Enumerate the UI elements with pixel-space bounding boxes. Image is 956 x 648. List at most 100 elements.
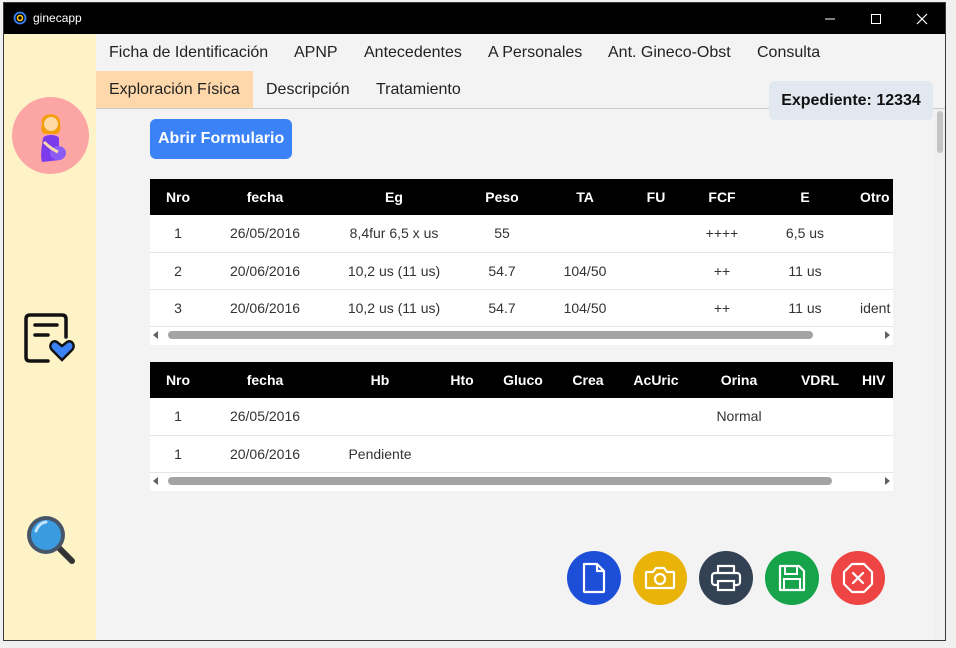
column-header[interactable]: Gluco bbox=[488, 362, 558, 398]
camera-button[interactable] bbox=[633, 551, 687, 605]
table-cell bbox=[618, 435, 694, 473]
scroll-right-arrow-icon[interactable] bbox=[885, 330, 890, 339]
sidebar-item-search[interactable] bbox=[24, 513, 78, 572]
table-cell: 20/06/2016 bbox=[206, 435, 324, 473]
column-header[interactable]: Orina bbox=[694, 362, 784, 398]
sidebar-item-records[interactable] bbox=[24, 311, 76, 370]
column-header[interactable]: VDRL bbox=[784, 362, 856, 398]
column-header[interactable]: Hto bbox=[436, 362, 488, 398]
tab-ant-gineco-obst[interactable]: Ant. Gineco-Obst bbox=[595, 34, 744, 71]
print-button[interactable] bbox=[699, 551, 753, 605]
column-header[interactable]: E bbox=[762, 179, 848, 215]
table-row[interactable]: 1 26/05/2016 Normal bbox=[150, 398, 893, 436]
column-header[interactable]: HIV bbox=[856, 362, 893, 398]
tab-tratamiento[interactable]: Tratamiento bbox=[363, 71, 474, 108]
close-octagon-icon bbox=[842, 562, 874, 594]
table-cell bbox=[436, 435, 488, 473]
table-cell bbox=[488, 398, 558, 436]
column-header[interactable]: Peso bbox=[464, 179, 540, 215]
table-cell: 1 bbox=[150, 435, 206, 473]
tab-descripcion[interactable]: Descripción bbox=[253, 71, 363, 108]
column-header[interactable]: Hb bbox=[324, 362, 436, 398]
column-header[interactable]: FCF bbox=[682, 179, 762, 215]
column-header[interactable]: Nro bbox=[150, 362, 206, 398]
table-cell: 54.7 bbox=[464, 252, 540, 290]
table-cell bbox=[618, 398, 694, 436]
floppy-disk-icon bbox=[778, 564, 806, 592]
table-cell: 11 us bbox=[762, 289, 848, 327]
medical-record-heart-icon bbox=[24, 313, 75, 363]
expediente-badge: Expediente: 12334 bbox=[769, 81, 933, 120]
column-header[interactable]: Nro bbox=[150, 179, 206, 215]
table-cell bbox=[630, 215, 682, 253]
table-row[interactable]: 3 20/06/2016 10,2 us (11 us) 54.7 104/50… bbox=[150, 289, 893, 327]
table-cell: ++ bbox=[682, 252, 762, 290]
printer-icon bbox=[710, 564, 742, 592]
sidebar-item-patient[interactable] bbox=[12, 97, 89, 174]
tab-apnp[interactable]: APNP bbox=[281, 34, 351, 71]
column-header[interactable]: fecha bbox=[206, 179, 324, 215]
column-header[interactable]: FU bbox=[630, 179, 682, 215]
table-cell bbox=[784, 398, 856, 436]
table-cell bbox=[784, 435, 856, 473]
table-cell bbox=[630, 252, 682, 290]
table-row[interactable]: 2 20/06/2016 10,2 us (11 us) 54.7 104/50… bbox=[150, 252, 893, 290]
vertical-scrollbar[interactable] bbox=[935, 109, 945, 640]
save-button[interactable] bbox=[765, 551, 819, 605]
column-header[interactable]: Otro bbox=[848, 179, 893, 215]
column-header[interactable]: Crea bbox=[558, 362, 618, 398]
table-cell: ++++ bbox=[682, 215, 762, 253]
table-row[interactable]: 1 26/05/2016 8,4fur 6,5 x us 55 ++++ 6,5… bbox=[150, 215, 893, 253]
tab-consulta[interactable]: Consulta bbox=[744, 34, 833, 71]
exploration-table: Nro fecha Eg Peso TA FU FCF E Otro 1 26/… bbox=[150, 179, 893, 345]
app-logo-icon bbox=[13, 11, 27, 25]
table-cell: 2 bbox=[150, 252, 206, 290]
table-header-row: Nro fecha Eg Peso TA FU FCF E Otro bbox=[150, 179, 893, 215]
pregnant-woman-icon bbox=[40, 113, 66, 162]
tab-exploracion-fisica[interactable]: Exploración Física bbox=[96, 71, 253, 108]
tab-a-personales[interactable]: A Personales bbox=[475, 34, 595, 71]
scrollbar-thumb[interactable] bbox=[168, 330, 813, 339]
table-cell: 54.7 bbox=[464, 289, 540, 327]
table-cell bbox=[856, 398, 893, 436]
table-cell: 55 bbox=[464, 215, 540, 253]
table-cell: 104/50 bbox=[540, 252, 630, 290]
new-document-button[interactable] bbox=[567, 551, 621, 605]
table-cell bbox=[848, 252, 893, 290]
table-cell: ident bbox=[848, 289, 893, 327]
column-header[interactable]: AcUric bbox=[618, 362, 694, 398]
column-header[interactable]: Eg bbox=[324, 179, 464, 215]
table-cell bbox=[324, 398, 436, 436]
tab-ficha-identificacion[interactable]: Ficha de Identificación bbox=[96, 34, 281, 71]
scroll-left-arrow-icon[interactable] bbox=[153, 330, 158, 339]
table-cell bbox=[630, 289, 682, 327]
table-cell bbox=[540, 215, 630, 253]
magnifier-icon bbox=[27, 516, 75, 564]
table-cell: ++ bbox=[682, 289, 762, 327]
table-cell bbox=[436, 398, 488, 436]
app-window: ginecapp Ficha de Identificación APNP An… bbox=[3, 2, 946, 641]
minimize-button[interactable] bbox=[807, 3, 853, 34]
table-cell bbox=[558, 398, 618, 436]
scroll-right-arrow-icon[interactable] bbox=[885, 476, 890, 485]
column-header[interactable]: TA bbox=[540, 179, 630, 215]
camera-icon bbox=[644, 566, 676, 590]
table-header-row: Nro fecha Hb Hto Gluco Crea AcUric Orina… bbox=[150, 362, 893, 398]
scroll-left-arrow-icon[interactable] bbox=[153, 476, 158, 485]
window-title: ginecapp bbox=[33, 11, 82, 25]
table-cell: 20/06/2016 bbox=[206, 289, 324, 327]
horizontal-scrollbar[interactable] bbox=[150, 472, 893, 491]
scrollbar-thumb[interactable] bbox=[168, 476, 832, 485]
horizontal-scrollbar[interactable] bbox=[150, 326, 893, 345]
open-form-button[interactable]: Abrir Formulario bbox=[150, 119, 293, 159]
table-row[interactable]: 1 20/06/2016 Pendiente bbox=[150, 435, 893, 473]
maximize-button[interactable] bbox=[853, 3, 899, 34]
table-cell bbox=[558, 435, 618, 473]
table-cell: 10,2 us (11 us) bbox=[324, 289, 464, 327]
table-cell: 11 us bbox=[762, 252, 848, 290]
close-window-button[interactable] bbox=[899, 3, 945, 34]
table-cell: 1 bbox=[150, 398, 206, 436]
tab-antecedentes[interactable]: Antecedentes bbox=[351, 34, 475, 71]
cancel-button[interactable] bbox=[831, 551, 885, 605]
column-header[interactable]: fecha bbox=[206, 362, 324, 398]
